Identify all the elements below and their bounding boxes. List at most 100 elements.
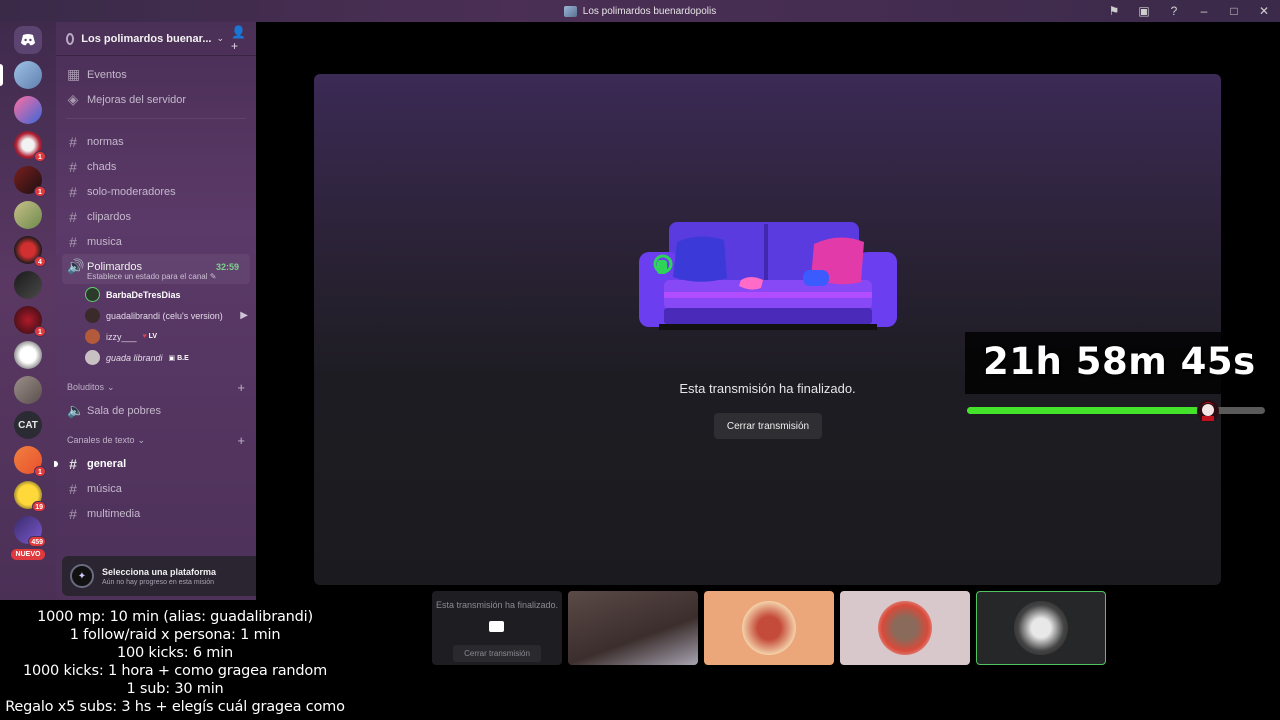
voice-user[interactable]: guada librandi ▣ B.E bbox=[56, 347, 256, 368]
avatar bbox=[1014, 601, 1068, 655]
participant-tile[interactable] bbox=[704, 591, 834, 665]
avatar bbox=[878, 601, 932, 655]
notification-badge: 4 bbox=[34, 256, 46, 267]
channel-label: normas bbox=[87, 135, 124, 148]
channel-label: Sala de pobres bbox=[87, 404, 161, 417]
user-tag: ♥ LV bbox=[142, 333, 158, 340]
voice-user-name: guadalibrandi (celu's version) bbox=[106, 310, 223, 321]
notification-badge: 1 bbox=[34, 466, 46, 477]
maximize-icon[interactable]: □ bbox=[1226, 3, 1242, 19]
sidebar-item-label: Mejoras del servidor bbox=[87, 93, 187, 106]
server-cat-label: CAT bbox=[18, 419, 38, 431]
close-stream-button[interactable]: Cerrar transmisión bbox=[714, 413, 822, 439]
subathon-rules: 1000 mp: 10 min (alias: guadalibrandi) 1… bbox=[0, 608, 350, 716]
notification-badge: 19 bbox=[32, 501, 46, 512]
hash-icon: # bbox=[69, 133, 77, 150]
server-icon[interactable] bbox=[14, 271, 42, 299]
minimize-icon[interactable]: – bbox=[1196, 3, 1212, 19]
subathon-timer: 21h 58m 45s bbox=[983, 340, 1256, 383]
speaker-icon: 🔈 bbox=[67, 402, 85, 418]
channel-label: clipardos bbox=[87, 210, 132, 223]
chevron-down-icon: ⌄ bbox=[216, 33, 225, 43]
hash-icon: # bbox=[69, 505, 77, 522]
channel-sidebar: Los polimardos buenar... ⌄ 👤+ ▦ Eventos … bbox=[54, 22, 304, 600]
hash-icon: # bbox=[69, 455, 77, 472]
voice-user[interactable]: guadalibrandi (celu's version) ▶ bbox=[56, 305, 256, 326]
server-icon[interactable] bbox=[14, 96, 42, 124]
rule-line: 1000 mp: 10 min (alias: guadalibrandi) bbox=[37, 609, 313, 625]
voice-user-name: BarbaDeTresDias bbox=[106, 289, 181, 300]
chevron-down-icon: ⌄ bbox=[137, 434, 146, 445]
tile-close-stream-button[interactable]: Cerrar transmisión bbox=[453, 645, 541, 662]
channel-general[interactable]: # general bbox=[54, 451, 256, 476]
hash-icon: # bbox=[69, 233, 77, 250]
server-icon[interactable]: 19 bbox=[14, 481, 46, 512]
channel-label: multimedia bbox=[87, 507, 141, 520]
timer-progress-fill bbox=[967, 407, 1200, 414]
server-rail: 1 1 4 1 CAT 1 19 459 NUEVO bbox=[0, 22, 56, 600]
stream-stage: Esta transmisión ha finalizado. Cerrar t… bbox=[314, 74, 1221, 585]
server-icon[interactable] bbox=[0, 61, 42, 89]
participant-tile[interactable]: Esta transmisión ha finalizado. Cerrar t… bbox=[432, 591, 562, 665]
home-button[interactable] bbox=[14, 26, 42, 54]
avatar bbox=[85, 329, 100, 344]
voice-user[interactable]: izzy___ ♥ LV bbox=[56, 326, 256, 347]
channel-clipardos[interactable]: # clipardos bbox=[56, 204, 256, 229]
participant-tile-speaking[interactable] bbox=[976, 591, 1106, 665]
server-folder[interactable]: 459 bbox=[14, 516, 46, 547]
screen-icon bbox=[489, 621, 504, 632]
invite-people-icon[interactable]: 👤+ bbox=[231, 25, 246, 53]
sidebar-item-mejoras[interactable]: ◈ Mejoras del servidor bbox=[56, 87, 256, 112]
channel-solo-moderadores[interactable]: # solo-moderadores bbox=[56, 179, 256, 204]
new-badge: NUEVO bbox=[10, 549, 46, 560]
voice-channel-polimardos[interactable]: 🔊 Polimardos 32:59 Establece un estado p… bbox=[62, 254, 250, 284]
server-icon-cat[interactable]: CAT bbox=[14, 411, 42, 439]
server-icon[interactable]: 1 bbox=[14, 166, 46, 197]
channel-label: general bbox=[87, 457, 127, 470]
rule-line: 1 sub: 30 min bbox=[126, 681, 224, 697]
couch-illustration-icon bbox=[639, 222, 897, 330]
speaker-icon: 🔊 bbox=[67, 258, 85, 274]
server-thumbnail-icon bbox=[563, 5, 577, 17]
channel-label: solo-moderadores bbox=[87, 185, 176, 198]
participant-tile-camera[interactable] bbox=[568, 591, 698, 665]
rule-line: 100 kicks: 6 min bbox=[116, 645, 234, 661]
channel-label: musica bbox=[87, 235, 122, 248]
quest-icon: ✦ bbox=[70, 564, 94, 588]
avatar bbox=[85, 308, 100, 323]
category-canales-de-texto[interactable]: Canales de texto ⌄ + bbox=[56, 429, 256, 451]
channel-musica-text[interactable]: # música bbox=[56, 476, 256, 501]
channel-multimedia[interactable]: # multimedia bbox=[56, 501, 256, 526]
server-icon[interactable]: 4 bbox=[14, 236, 46, 267]
sidebar-item-label: Eventos bbox=[87, 68, 127, 81]
server-icon[interactable] bbox=[14, 341, 42, 369]
inbox-icon[interactable]: ▣ bbox=[1136, 3, 1152, 19]
add-channel-icon[interactable]: + bbox=[237, 380, 245, 395]
close-icon[interactable]: ✕ bbox=[1256, 3, 1272, 19]
add-channel-icon[interactable]: + bbox=[237, 433, 245, 448]
server-icon[interactable]: 1 bbox=[14, 446, 46, 477]
server-icon[interactable]: 1 bbox=[14, 306, 46, 337]
channel-chads[interactable]: # chads bbox=[56, 154, 256, 179]
channel-normas[interactable]: # normas bbox=[56, 129, 256, 154]
notification-badge: 459 bbox=[28, 536, 46, 547]
chevron-down-icon: ⌄ bbox=[107, 381, 115, 392]
channel-musica[interactable]: # musica bbox=[56, 229, 256, 254]
category-boluditos[interactable]: Boluditos ⌄ + bbox=[56, 376, 256, 398]
sidebar-item-eventos[interactable]: ▦ Eventos bbox=[56, 62, 256, 87]
channel-sala-de-pobres[interactable]: 🔈 Sala de pobres bbox=[56, 398, 256, 423]
notification-badge: 1 bbox=[34, 326, 46, 337]
avatar bbox=[85, 287, 100, 302]
server-icon[interactable] bbox=[14, 376, 42, 404]
timer-progress-bar bbox=[967, 407, 1265, 414]
avatar bbox=[742, 601, 796, 655]
server-icon[interactable] bbox=[14, 201, 42, 229]
hash-icon: # bbox=[69, 480, 77, 497]
help-icon[interactable]: ? bbox=[1166, 3, 1182, 19]
participant-tile[interactable] bbox=[840, 591, 970, 665]
flag-icon[interactable]: ⚑ bbox=[1106, 3, 1122, 19]
server-header[interactable]: Los polimardos buenar... ⌄ 👤+ bbox=[56, 22, 256, 56]
server-icon[interactable]: 1 bbox=[14, 131, 46, 162]
voice-user[interactable]: BarbaDeTresDias bbox=[56, 284, 256, 305]
notification-badge: 1 bbox=[34, 186, 46, 197]
